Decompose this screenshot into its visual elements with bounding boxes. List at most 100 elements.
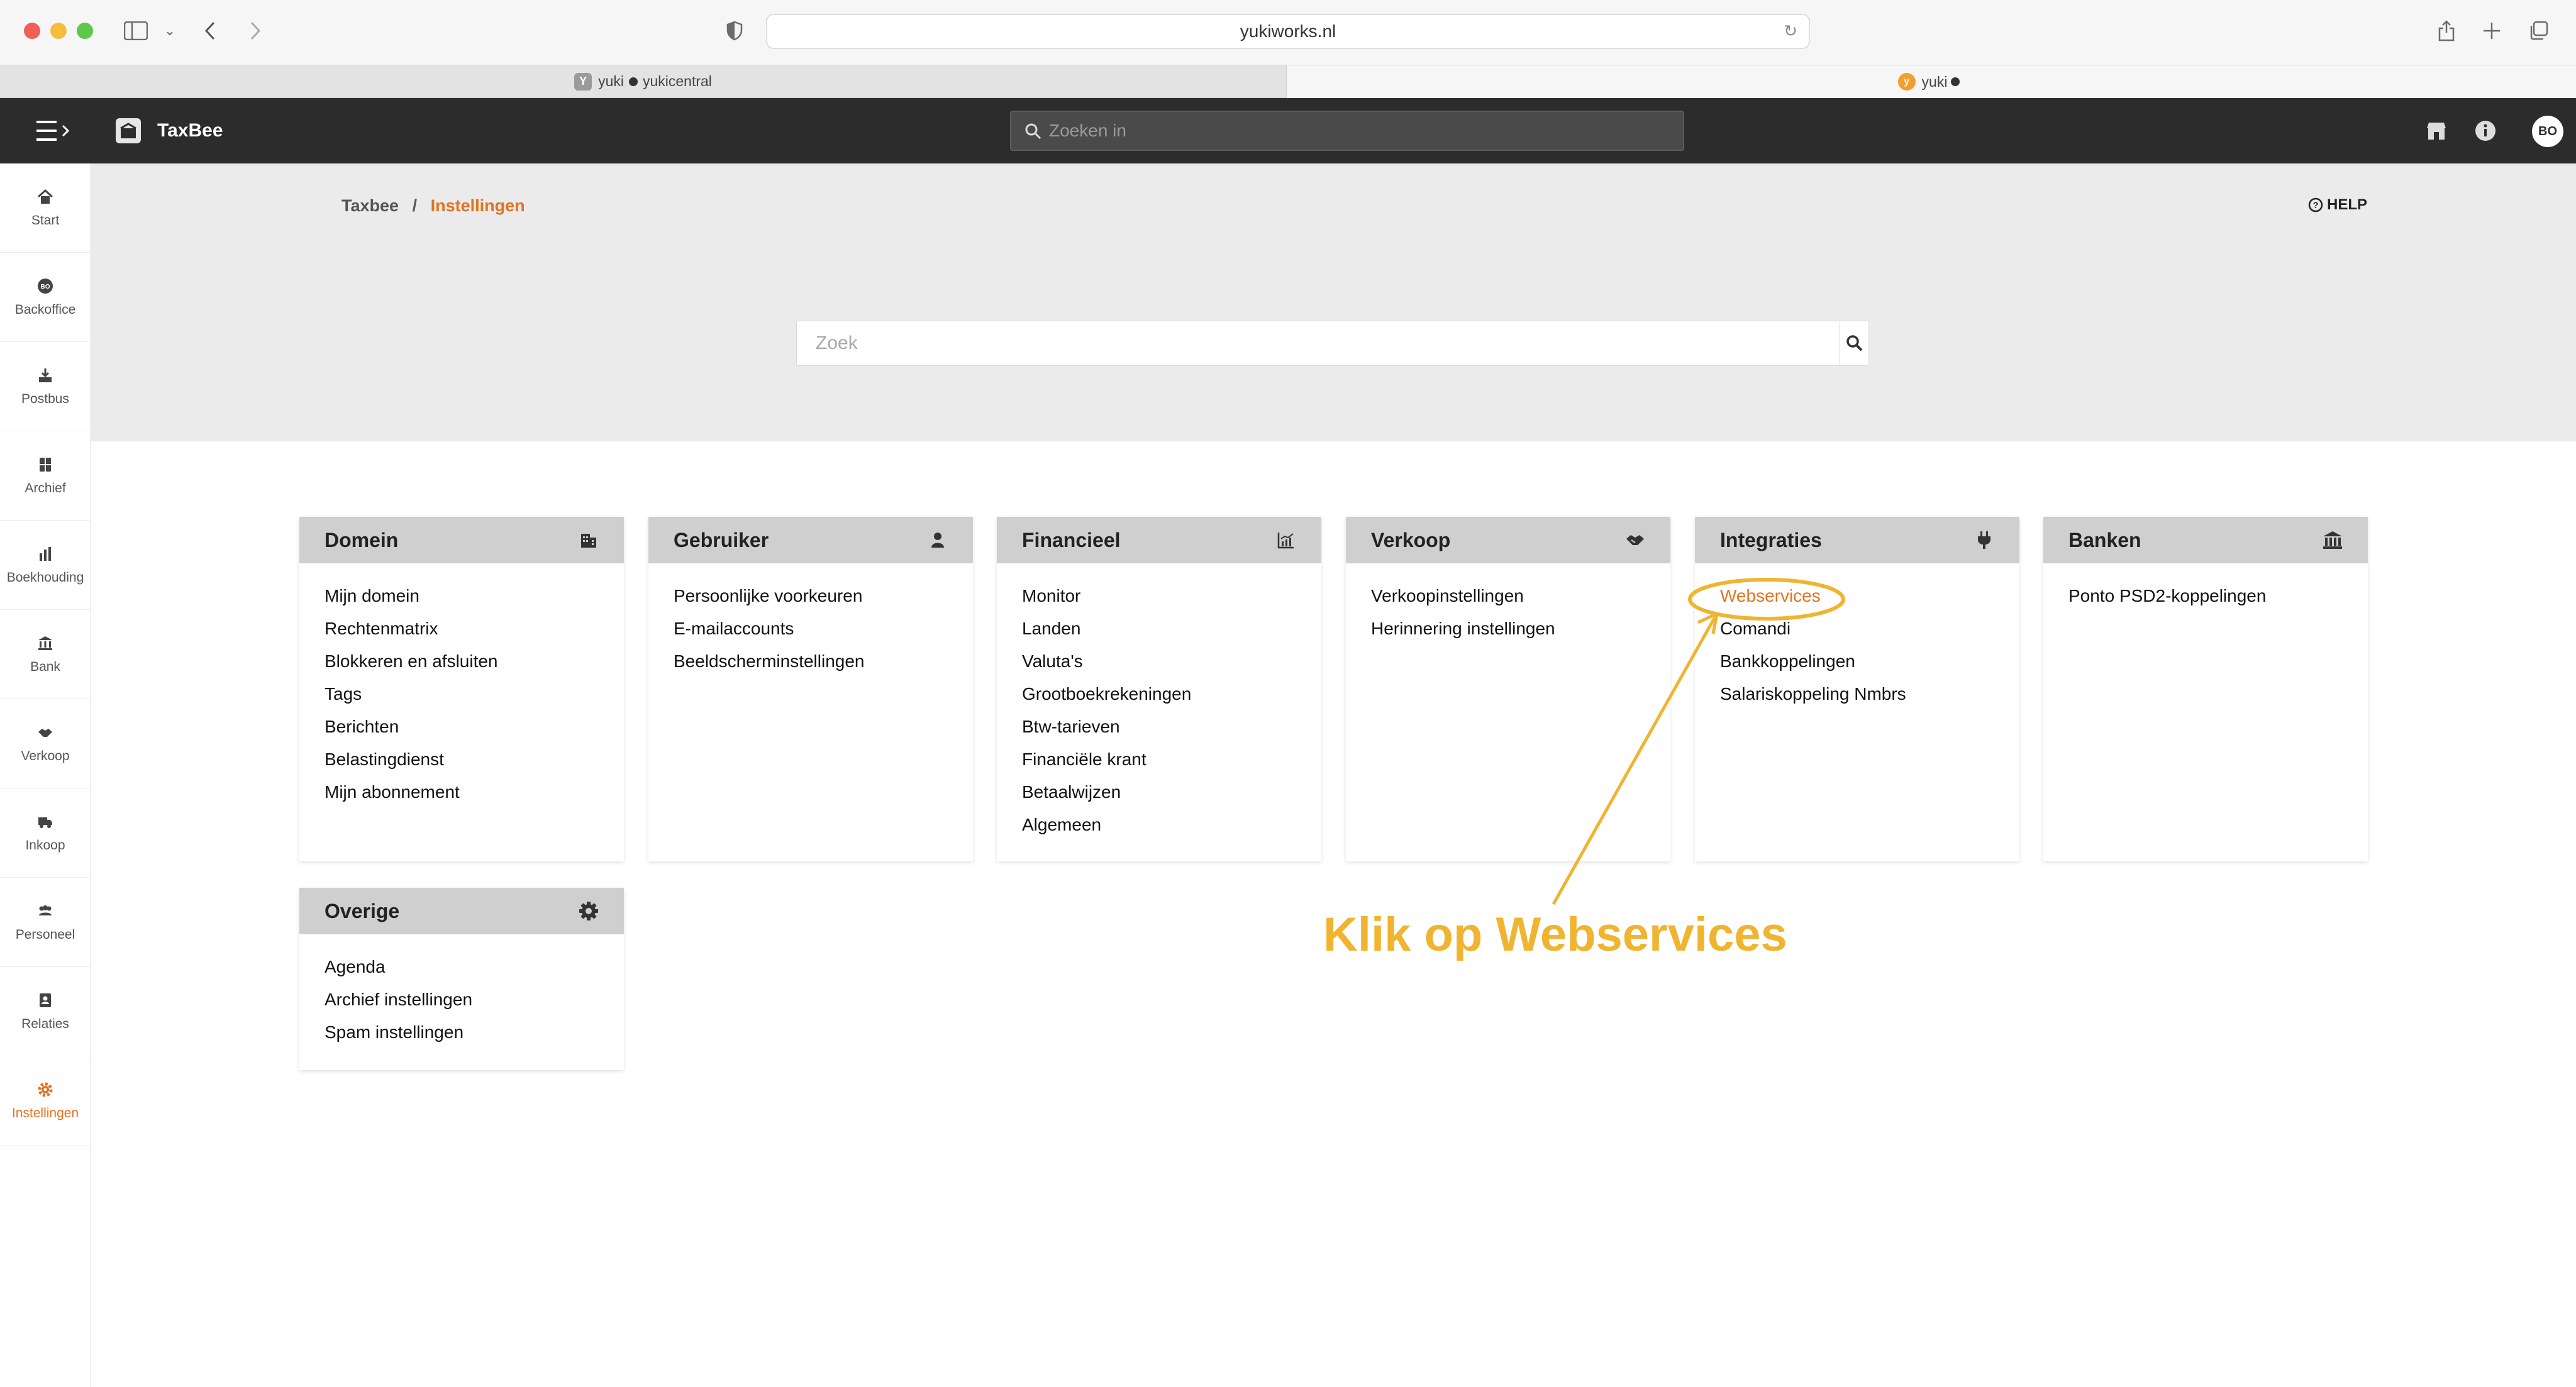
sidebar-item-backoffice[interactable]: BO Backoffice [0, 253, 91, 342]
link-monitor[interactable]: Monitor [1022, 587, 1296, 620]
link-herinnering-instellingen[interactable]: Herinnering instellingen [1371, 620, 1645, 653]
sidebar-item-archief[interactable]: Archief [0, 431, 91, 521]
svg-text:?: ? [2313, 200, 2319, 210]
sidebar-item-verkoop[interactable]: Verkoop [0, 699, 91, 788]
sidebar-item-postbus[interactable]: Postbus [0, 342, 91, 431]
link-rechtenmatrix[interactable]: Rechtenmatrix [325, 620, 599, 653]
help-button[interactable]: ? HELP [2308, 196, 2367, 214]
link-tags[interactable]: Tags [325, 685, 599, 718]
tab-title: yuki [598, 73, 624, 89]
url-text: yukiworks.nl [1240, 21, 1336, 41]
link-verkoopinstellingen[interactable]: Verkoopinstellingen [1371, 587, 1645, 620]
tab-title: yuki [1921, 73, 1948, 90]
card-title: Financieel [1022, 528, 1121, 551]
brand[interactable]: TaxBee [116, 98, 223, 163]
handshake-icon [1625, 530, 1645, 550]
settings-search-button[interactable] [1840, 321, 1868, 365]
tab-overview-icon[interactable] [2524, 17, 2552, 45]
card-header: Banken [2043, 517, 2368, 563]
link-algemeen[interactable]: Algemeen [1022, 816, 1296, 849]
sidebar-item-start[interactable]: Start [0, 163, 91, 253]
link-blokkeren-en-afsluiten[interactable]: Blokkeren en afsluiten [325, 653, 599, 685]
card-body: Mijn domein Rechtenmatrix Blokkeren en a… [299, 563, 624, 822]
avatar[interactable]: BO [2532, 116, 2563, 147]
sidebar-item-label: Backoffice [14, 302, 76, 317]
link-bankkoppelingen[interactable]: Bankkoppelingen [1720, 653, 1994, 685]
link-grootboekrekeningen[interactable]: Grootboekrekeningen [1022, 685, 1296, 718]
sidebar-item-boekhouding[interactable]: Boekhouding [0, 521, 91, 610]
zoom-window-button[interactable] [77, 23, 93, 39]
card-domein: Domein Mijn domein Rechtenmatrix Blokker… [299, 517, 624, 861]
tab-yukicentral[interactable]: Y yuki yukicentral [0, 65, 1287, 98]
global-search-input[interactable]: Zoeken in [1010, 111, 1684, 151]
close-window-button[interactable] [24, 23, 40, 39]
link-webservices[interactable]: Webservices [1720, 587, 1994, 620]
card-gebruiker: Gebruiker Persoonlijke voorkeuren E-mail… [648, 517, 973, 861]
link-beeldscherminstellingen[interactable]: Beeldscherminstellingen [674, 653, 948, 685]
card-body: Verkoopinstellingen Herinnering instelli… [1346, 563, 1670, 659]
sidebar-item-label: Start [31, 213, 60, 228]
shield-icon[interactable] [721, 17, 748, 45]
global-search-placeholder: Zoeken in [1049, 121, 1126, 140]
sidebar-item-personeel[interactable]: Personeel [0, 878, 91, 967]
sidebar-item-instellingen[interactable]: Instellingen [0, 1056, 91, 1146]
link-mijn-abonnement[interactable]: Mijn abonnement [325, 783, 599, 816]
card-title: Gebruiker [674, 528, 769, 551]
breadcrumb-separator: / [412, 196, 418, 215]
store-icon[interactable] [2425, 119, 2448, 142]
settings-search-input[interactable] [797, 321, 1841, 365]
address-bar[interactable]: yukiworks.nl ↻ [766, 14, 1810, 49]
bank-icon [36, 634, 54, 652]
breadcrumb-root[interactable]: Taxbee [341, 196, 399, 215]
card-title: Verkoop [1371, 528, 1451, 551]
chart-line-icon [1276, 530, 1296, 550]
sidebar-item-inkoop[interactable]: Inkoop [0, 788, 91, 878]
sidebar-item-label: Archief [25, 480, 66, 495]
link-agenda[interactable]: Agenda [325, 958, 599, 991]
contacts-icon [36, 992, 54, 1009]
share-icon[interactable] [2433, 17, 2460, 45]
link-e-mailaccounts[interactable]: E-mailaccounts [674, 620, 948, 653]
link-spam-instellingen[interactable]: Spam instellingen [325, 1024, 599, 1056]
breadcrumb-current: Instellingen [430, 196, 525, 215]
brand-name: TaxBee [157, 120, 223, 141]
minimize-window-button[interactable] [50, 23, 67, 39]
link-financiele-krant[interactable]: Financiële krant [1022, 751, 1296, 783]
link-salariskoppeling-nmbrs[interactable]: Salariskoppeling Nmbrs [1720, 685, 1994, 718]
sidebar-item-bank[interactable]: Bank [0, 610, 91, 699]
card-body: Ponto PSD2-koppelingen [2043, 563, 2368, 626]
tab-subtitle: yukicentral [642, 73, 712, 89]
gear-icon [579, 901, 599, 921]
tab-yuki-active[interactable]: y yuki [1287, 65, 2576, 98]
back-icon[interactable] [196, 17, 224, 45]
link-ponto-psd2-koppelingen[interactable]: Ponto PSD2-koppelingen [2068, 587, 2343, 620]
link-comandi[interactable]: Comandi [1720, 620, 1994, 653]
new-tab-icon[interactable] [2478, 17, 2506, 45]
help-icon: ? [2308, 197, 2323, 213]
card-header: Gebruiker [648, 517, 973, 563]
bank-icon [2323, 530, 2343, 550]
link-landen[interactable]: Landen [1022, 620, 1296, 653]
chevron-down-icon[interactable]: ⌄ [156, 17, 184, 45]
link-berichten[interactable]: Berichten [325, 718, 599, 751]
link-belastingdienst[interactable]: Belastingdienst [325, 751, 599, 783]
inbox-icon [36, 367, 54, 384]
link-persoonlijke-voorkeuren[interactable]: Persoonlijke voorkeuren [674, 587, 948, 620]
forward-icon[interactable] [242, 17, 269, 45]
sidebar-toggle-icon[interactable] [122, 17, 150, 45]
breadcrumb: Taxbee / Instellingen [341, 196, 525, 216]
card-title: Overige [325, 899, 400, 922]
info-icon[interactable] [2474, 119, 2497, 142]
svg-text:BO: BO [41, 284, 50, 290]
link-archief-instellingen[interactable]: Archief instellingen [325, 991, 599, 1024]
menu-toggle-button[interactable] [35, 117, 73, 145]
link-valutas[interactable]: Valuta's [1022, 653, 1296, 685]
card-header: Integraties [1695, 517, 2019, 563]
sidebar-item-relaties[interactable]: Relaties [0, 967, 91, 1056]
link-btw-tarieven[interactable]: Btw-tarieven [1022, 718, 1296, 751]
link-betaalwijzen[interactable]: Betaalwijzen [1022, 783, 1296, 816]
search-icon [1025, 123, 1041, 140]
link-mijn-domein[interactable]: Mijn domein [325, 587, 599, 620]
reload-icon[interactable]: ↻ [1784, 21, 1797, 41]
card-integraties: Integraties Webservices Comandi Bankkopp… [1695, 517, 2019, 861]
